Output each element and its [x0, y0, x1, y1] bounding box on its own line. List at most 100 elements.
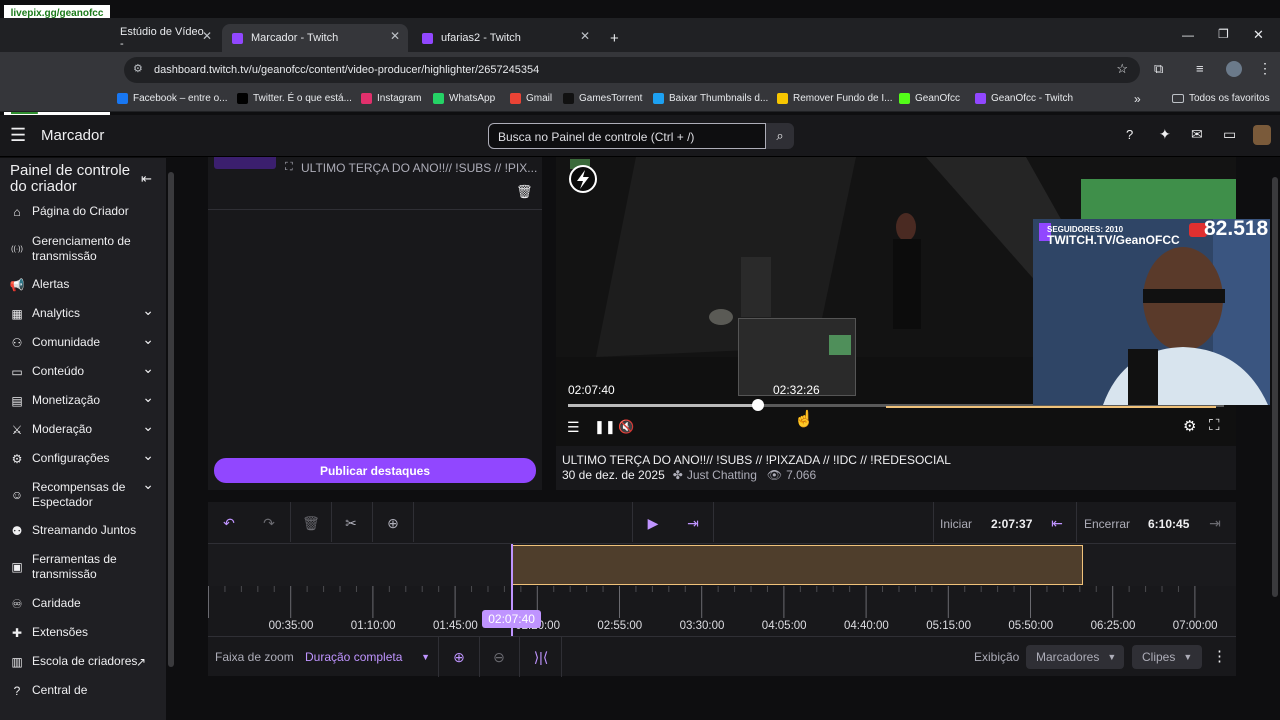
bookmark-item[interactable]: GeanOfcc - Twitch	[975, 93, 1073, 104]
video-meta: ULTIMO TERÇA DO ANO!!// !SUBS // !PIXZAD…	[556, 446, 1236, 490]
sidebar-item-recompensas[interactable]: ☺ Recompensas de Espectador ⌄	[10, 476, 160, 510]
new-tab-button[interactable]: +	[600, 24, 628, 52]
close-icon[interactable]: ✕	[580, 29, 590, 43]
all-favorites[interactable]: Todos os favoritos	[1172, 93, 1270, 104]
sidebar-item-pagina[interactable]: ⌂ Página do Criador	[10, 204, 160, 219]
sidebar-item-conteudo[interactable]: ▭ Conteúdo ⌄	[10, 360, 160, 379]
clip-track[interactable]	[208, 544, 1236, 586]
set-end-icon[interactable]: ⇥	[1202, 510, 1228, 536]
ruler-tick-label: 02:55:00	[597, 620, 643, 632]
chapters-icon[interactable]: ☰	[567, 419, 580, 436]
cursor-pointer-icon: ☝	[794, 411, 814, 428]
sidebar-item-extensoes[interactable]: ✚ Extensões	[10, 625, 160, 640]
collapse-sidebar-icon[interactable]: ⇤	[141, 171, 152, 187]
highlight-clip-range[interactable]	[511, 545, 1083, 585]
user-avatar[interactable]	[1253, 125, 1271, 145]
bookmark-item[interactable]: Instagram	[361, 93, 421, 104]
bookmark-item[interactable]: WhatsApp	[433, 93, 495, 104]
minimize-icon[interactable]: —	[1182, 28, 1194, 42]
search-input[interactable]: Busca no Painel de controle (Ctrl + /)	[488, 123, 766, 149]
zoom-range-select[interactable]: Duração completa ▼	[302, 645, 436, 669]
add-icon[interactable]: ⊕	[378, 510, 408, 536]
sidebar-item-monetizacao[interactable]: ▤ Monetização ⌄	[10, 389, 160, 408]
highlight-item-title[interactable]: ULTIMO TERÇA DO ANO!!// !SUBS // !PIX...	[301, 161, 537, 175]
profile-avatar[interactable]	[1226, 61, 1242, 77]
sidebar-item-central[interactable]: ? Central de	[10, 683, 160, 698]
pause-icon[interactable]: ❚❚	[594, 419, 616, 435]
bookmark-item[interactable]: Baixar Thumbnails d...	[653, 93, 768, 104]
mute-icon[interactable]: 🔇	[618, 419, 634, 435]
help-icon: ?	[13, 683, 21, 698]
timeline-ruler[interactable]: 00:35:0001:10:0001:45:0002:20:0002:55:00…	[208, 586, 1236, 634]
window-close-icon[interactable]: ✕	[1253, 27, 1264, 43]
inbox-icon[interactable]: ✉	[1191, 126, 1203, 143]
video-category[interactable]: Just Chatting	[687, 468, 757, 482]
more-options-icon[interactable]: ⋮	[1212, 647, 1227, 665]
sidebar-item-ferramentas[interactable]: ▣ Ferramentas de transmissão	[10, 552, 160, 582]
zoom-in-icon[interactable]: ⊕	[446, 645, 472, 669]
bookmark-item[interactable]: Twitter. É o que está...	[237, 93, 352, 104]
sidebar-item-configuracoes[interactable]: ⚙ Configurações ⌄	[10, 447, 160, 466]
play-selection-icon[interactable]: ⇥	[678, 510, 708, 536]
sparkle-icon[interactable]: ✦	[1159, 126, 1171, 143]
sidebar-item-comunidade[interactable]: ⚇ Comunidade ⌄	[10, 331, 160, 350]
menu-icon[interactable]: ☰	[10, 125, 26, 146]
start-time-value[interactable]: 2:07:37	[991, 517, 1032, 531]
tab-marcador[interactable]: Marcador - Twitch ✕	[222, 24, 408, 52]
chevron-down-icon: ⌄	[142, 331, 154, 347]
sidebar-scrollbar[interactable]	[166, 158, 176, 700]
address-bar[interactable]: ⚙ dashboard.twitch.tv/u/geanofcc/content…	[124, 57, 1140, 83]
sidebar-item-moderacao[interactable]: ⚔ Moderação ⌄	[10, 418, 160, 437]
bookmark-item[interactable]: Facebook – entre o...	[117, 93, 228, 104]
restore-icon[interactable]: ❐	[1218, 27, 1229, 41]
bookmark-item[interactable]: GeanOfcc	[899, 93, 960, 104]
close-icon[interactable]: ✕	[202, 29, 212, 43]
trash-icon[interactable]: 🗑	[296, 510, 326, 536]
bookmarks-more-icon[interactable]: »	[1134, 92, 1141, 106]
undo-icon[interactable]: ↶	[214, 510, 244, 536]
browser-menu-icon[interactable]: ⋮	[1258, 60, 1272, 77]
broadcast-icon: ((·))	[11, 245, 23, 253]
bookmark-item[interactable]: Remover Fundo de I...	[777, 93, 893, 104]
extensions-icon[interactable]: ⧉	[1154, 61, 1163, 77]
play-icon[interactable]: ▶	[638, 510, 668, 536]
scissors-icon[interactable]: ✂	[336, 510, 366, 536]
fullscreen-icon[interactable]: ⛶	[1209, 417, 1220, 434]
tab-estudio[interactable]: Estúdio de Vídeo - ✕	[110, 24, 220, 52]
highlight-thumbnail[interactable]	[214, 157, 276, 169]
end-label: Encerrar	[1084, 517, 1131, 531]
chat-icon[interactable]: ▭	[1223, 126, 1236, 143]
sidebar-item-analytics[interactable]: ▦ Analytics ⌄	[10, 302, 160, 321]
clips-filter[interactable]: Clipes ▼	[1132, 645, 1202, 669]
bookmark-item[interactable]: GamesTorrent	[563, 93, 642, 104]
settings-icon[interactable]: ⚙	[1183, 417, 1196, 435]
set-start-icon[interactable]: ⇤	[1044, 510, 1070, 536]
sidebar-item-label: Monetização	[32, 393, 101, 407]
playhead-time-badge[interactable]: 02:07:40	[482, 610, 541, 628]
site-settings-icon[interactable]: ⚙	[133, 62, 143, 75]
chevron-down-icon: ▼	[1183, 652, 1193, 662]
sidebar-item-alertas[interactable]: 📢 Alertas	[10, 277, 160, 292]
bookmark-item[interactable]: Gmail	[510, 93, 552, 104]
sidebar-item-escola[interactable]: ▥ Escola de criadores ↗	[10, 654, 160, 669]
end-time-value[interactable]: 6:10:45	[1148, 517, 1189, 531]
publish-highlights-button[interactable]: Publicar destaques	[214, 458, 536, 483]
search-button[interactable]: ⌕	[766, 123, 794, 149]
media-icon[interactable]: ≡	[1196, 61, 1204, 76]
trash-icon[interactable]: 🗑	[516, 184, 533, 200]
fit-to-screen-icon[interactable]: ⟩|⟨	[526, 645, 556, 669]
bookmark-star-icon[interactable]: ☆	[1116, 61, 1128, 77]
help-icon[interactable]: ?	[1126, 127, 1133, 142]
zoom-out-icon[interactable]: ⊖	[486, 645, 512, 669]
ruler-tick-label: 06:25:00	[1090, 620, 1136, 632]
page-scrollbar[interactable]	[1270, 157, 1280, 702]
sidebar-item-caridade[interactable]: ♾ Caridade	[10, 596, 160, 611]
start-label: Iniciar	[940, 517, 973, 531]
sidebar-item-gerenciamento[interactable]: ((·)) Gerenciamento de transmissão	[10, 234, 160, 264]
redo-icon[interactable]: ↷	[254, 510, 284, 536]
markers-filter[interactable]: Marcadores ▼	[1026, 645, 1124, 669]
sidebar-item-label: Ferramentas de transmissão	[32, 552, 117, 581]
sidebar-item-streamando[interactable]: ⚉ Streamando Juntos	[10, 523, 160, 538]
tab-ufarias2[interactable]: ufarias2 - Twitch ✕	[412, 24, 598, 52]
close-icon[interactable]: ✕	[390, 29, 400, 43]
